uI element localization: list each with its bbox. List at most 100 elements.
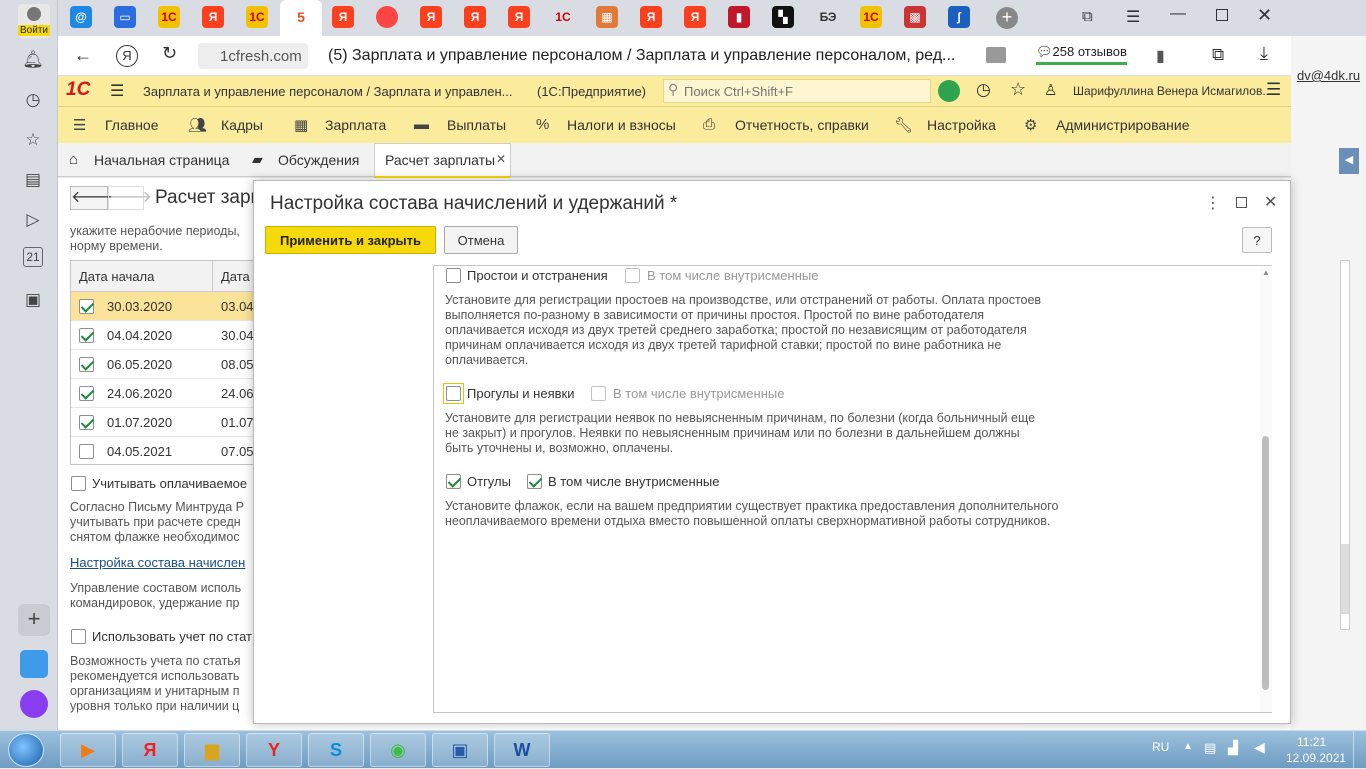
menu-item-main[interactable]: Главное: [105, 117, 159, 133]
browser-tab-yandex-icon[interactable]: Я: [464, 6, 486, 28]
bookmark-icon[interactable]: ▮: [1156, 46, 1165, 66]
bell-icon[interactable]: 🔔︎: [20, 47, 46, 73]
language-indicator[interactable]: RU: [1152, 740, 1169, 754]
table-row[interactable]: 30.03.2020 03.04: [71, 292, 261, 321]
show-desktop-button[interactable]: [1353, 731, 1366, 769]
clock-date[interactable]: 12.09.2021: [1286, 751, 1346, 765]
menu-item-hr[interactable]: Кадры: [221, 117, 263, 133]
search-input[interactable]: [684, 82, 924, 100]
browser-tab-1c-icon[interactable]: 1С: [158, 6, 180, 28]
close-tab-icon[interactable]: ✕: [496, 152, 506, 166]
browser-tab-yandex-icon[interactable]: Я: [640, 6, 662, 28]
browser-tab-site-icon[interactable]: ▦: [596, 6, 618, 28]
reload-icon[interactable]: ↻: [162, 43, 177, 64]
skype-icon[interactable]: S: [308, 733, 364, 767]
row-checkbox[interactable]: [79, 415, 94, 430]
time-off-intrashift-checkbox[interactable]: [527, 474, 542, 489]
collections-icon[interactable]: ▤: [20, 167, 46, 193]
menu-item-reports[interactable]: Отчетность, справки: [735, 117, 869, 133]
close-window-icon[interactable]: ✕: [1257, 5, 1272, 26]
yandex-taskbar-icon[interactable]: Y: [246, 733, 302, 767]
history-icon[interactable]: ◷: [20, 87, 46, 113]
table-row[interactable]: 04.05.2021 07.05: [71, 437, 261, 465]
apply-and-close-button[interactable]: Применить и закрыть: [265, 226, 436, 254]
browser-tab-yandex-icon[interactable]: Я: [420, 6, 442, 28]
favorites-icon[interactable]: ☆: [1010, 79, 1026, 100]
messenger-app-icon[interactable]: ◉: [370, 733, 426, 767]
outer-scroll-thumb[interactable]: [1341, 544, 1349, 614]
downtime-checkbox[interactable]: [446, 268, 461, 283]
row-checkbox[interactable]: [79, 299, 94, 314]
clock-time[interactable]: 11:21: [1297, 735, 1326, 749]
login-avatar[interactable]: Войти: [18, 4, 50, 38]
back-icon[interactable]: ←: [74, 45, 92, 66]
camera-icon[interactable]: ▣: [20, 287, 46, 313]
outer-collapse-button[interactable]: ◀: [1339, 148, 1359, 174]
browser-tab-yandex-icon[interactable]: Я: [684, 6, 706, 28]
notification-icon[interactable]: [938, 80, 960, 102]
cancel-button[interactable]: Отмена: [444, 226, 518, 254]
settings-menu-icon[interactable]: ☰: [1266, 80, 1281, 100]
word-icon[interactable]: W: [494, 733, 550, 767]
signal-icon[interactable]: ▟: [1228, 740, 1238, 756]
messenger-icon[interactable]: [20, 650, 48, 678]
bookmarks-icon[interactable]: ⧉: [1082, 8, 1093, 25]
browser-tab-yandex-icon[interactable]: Я: [508, 6, 530, 28]
table-row[interactable]: 01.07.2020 01.07: [71, 408, 261, 437]
browser-tab-yandex-icon[interactable]: Я: [202, 6, 224, 28]
media-player-icon[interactable]: ▶: [60, 733, 116, 767]
yandex-browser-icon[interactable]: Я: [122, 733, 178, 767]
download-icon[interactable]: ⤓: [1260, 43, 1268, 64]
browser-tab-app-icon[interactable]: ▚: [772, 6, 794, 28]
volume-icon[interactable]: ◀︎: [1254, 739, 1265, 756]
comment-icon[interactable]: [986, 47, 1006, 63]
absences-intrashift-checkbox[interactable]: [591, 386, 606, 401]
back-nav-button[interactable]: 🡐: [70, 186, 114, 210]
history-icon[interactable]: ◷: [976, 80, 991, 100]
maximize-icon[interactable]: [1216, 9, 1228, 21]
scroll-thumb[interactable]: [1262, 436, 1269, 690]
table-row[interactable]: 24.06.2020 24.06: [71, 379, 261, 408]
browser-tab-1c-icon[interactable]: 1С: [552, 6, 574, 28]
absences-checkbox[interactable]: [446, 386, 461, 401]
browser-tab-app-icon[interactable]: ▮: [728, 6, 750, 28]
user-name[interactable]: Шарифуллина Венера Исмагилов...: [1073, 84, 1272, 98]
url-host[interactable]: 1cfresh.com: [198, 43, 308, 69]
tab-home[interactable]: Начальная страница: [94, 152, 229, 168]
tray-expand-icon[interactable]: ▲: [1183, 741, 1193, 752]
browser-tab-app-icon[interactable]: ▩: [904, 6, 926, 28]
close-dialog-icon[interactable]: ✕: [1264, 192, 1277, 212]
menu-item-settings[interactable]: Настройка: [927, 117, 996, 133]
outside-email[interactable]: dv@4dk.ru: [1297, 68, 1360, 83]
more-options-icon[interactable]: ⋮: [1205, 193, 1221, 213]
browser-tab-record-icon[interactable]: [376, 6, 398, 28]
browser-tab-app-icon[interactable]: ʃ: [948, 6, 970, 28]
row-checkbox[interactable]: [79, 444, 94, 459]
reviews-badge[interactable]: 💬︎258 отзывов: [1036, 44, 1127, 65]
remote-desktop-icon[interactable]: ▣: [432, 733, 488, 767]
user-icon[interactable]: ♙: [1044, 81, 1057, 99]
star-icon[interactable]: ☆: [20, 127, 46, 153]
tray-app-icon[interactable]: ▤: [1204, 740, 1216, 756]
play-icon[interactable]: ▷: [20, 207, 46, 233]
downtime-intrashift-checkbox[interactable]: [625, 268, 640, 283]
tab-discussions[interactable]: Обсуждения: [278, 152, 359, 168]
menu-item-salary[interactable]: Зарплата: [325, 117, 386, 133]
alice-icon[interactable]: [20, 690, 48, 718]
new-tab-button[interactable]: +: [996, 7, 1018, 29]
file-explorer-icon[interactable]: ▆: [184, 733, 240, 767]
calendar-icon[interactable]: 21: [23, 247, 43, 267]
app-menu-icon[interactable]: ☰: [110, 81, 124, 101]
minimize-icon[interactable]: —: [1170, 5, 1186, 23]
menu-icon[interactable]: ☰: [1126, 7, 1140, 27]
menu-item-taxes[interactable]: Налоги и взносы: [567, 117, 676, 133]
row-checkbox[interactable]: [79, 386, 94, 401]
forward-nav-button[interactable]: 🡒: [108, 186, 152, 210]
panel-scrollbar[interactable]: ▲: [1260, 266, 1272, 712]
browser-tab-1c-icon[interactable]: 1С: [860, 6, 882, 28]
col-header-start[interactable]: Дата начала: [71, 261, 213, 292]
scroll-up-icon[interactable]: ▲: [1262, 268, 1270, 277]
yandex-icon[interactable]: Я: [116, 45, 138, 67]
add-panel-button[interactable]: +: [18, 604, 50, 636]
browser-tab-chat-icon[interactable]: ▭: [114, 6, 136, 28]
